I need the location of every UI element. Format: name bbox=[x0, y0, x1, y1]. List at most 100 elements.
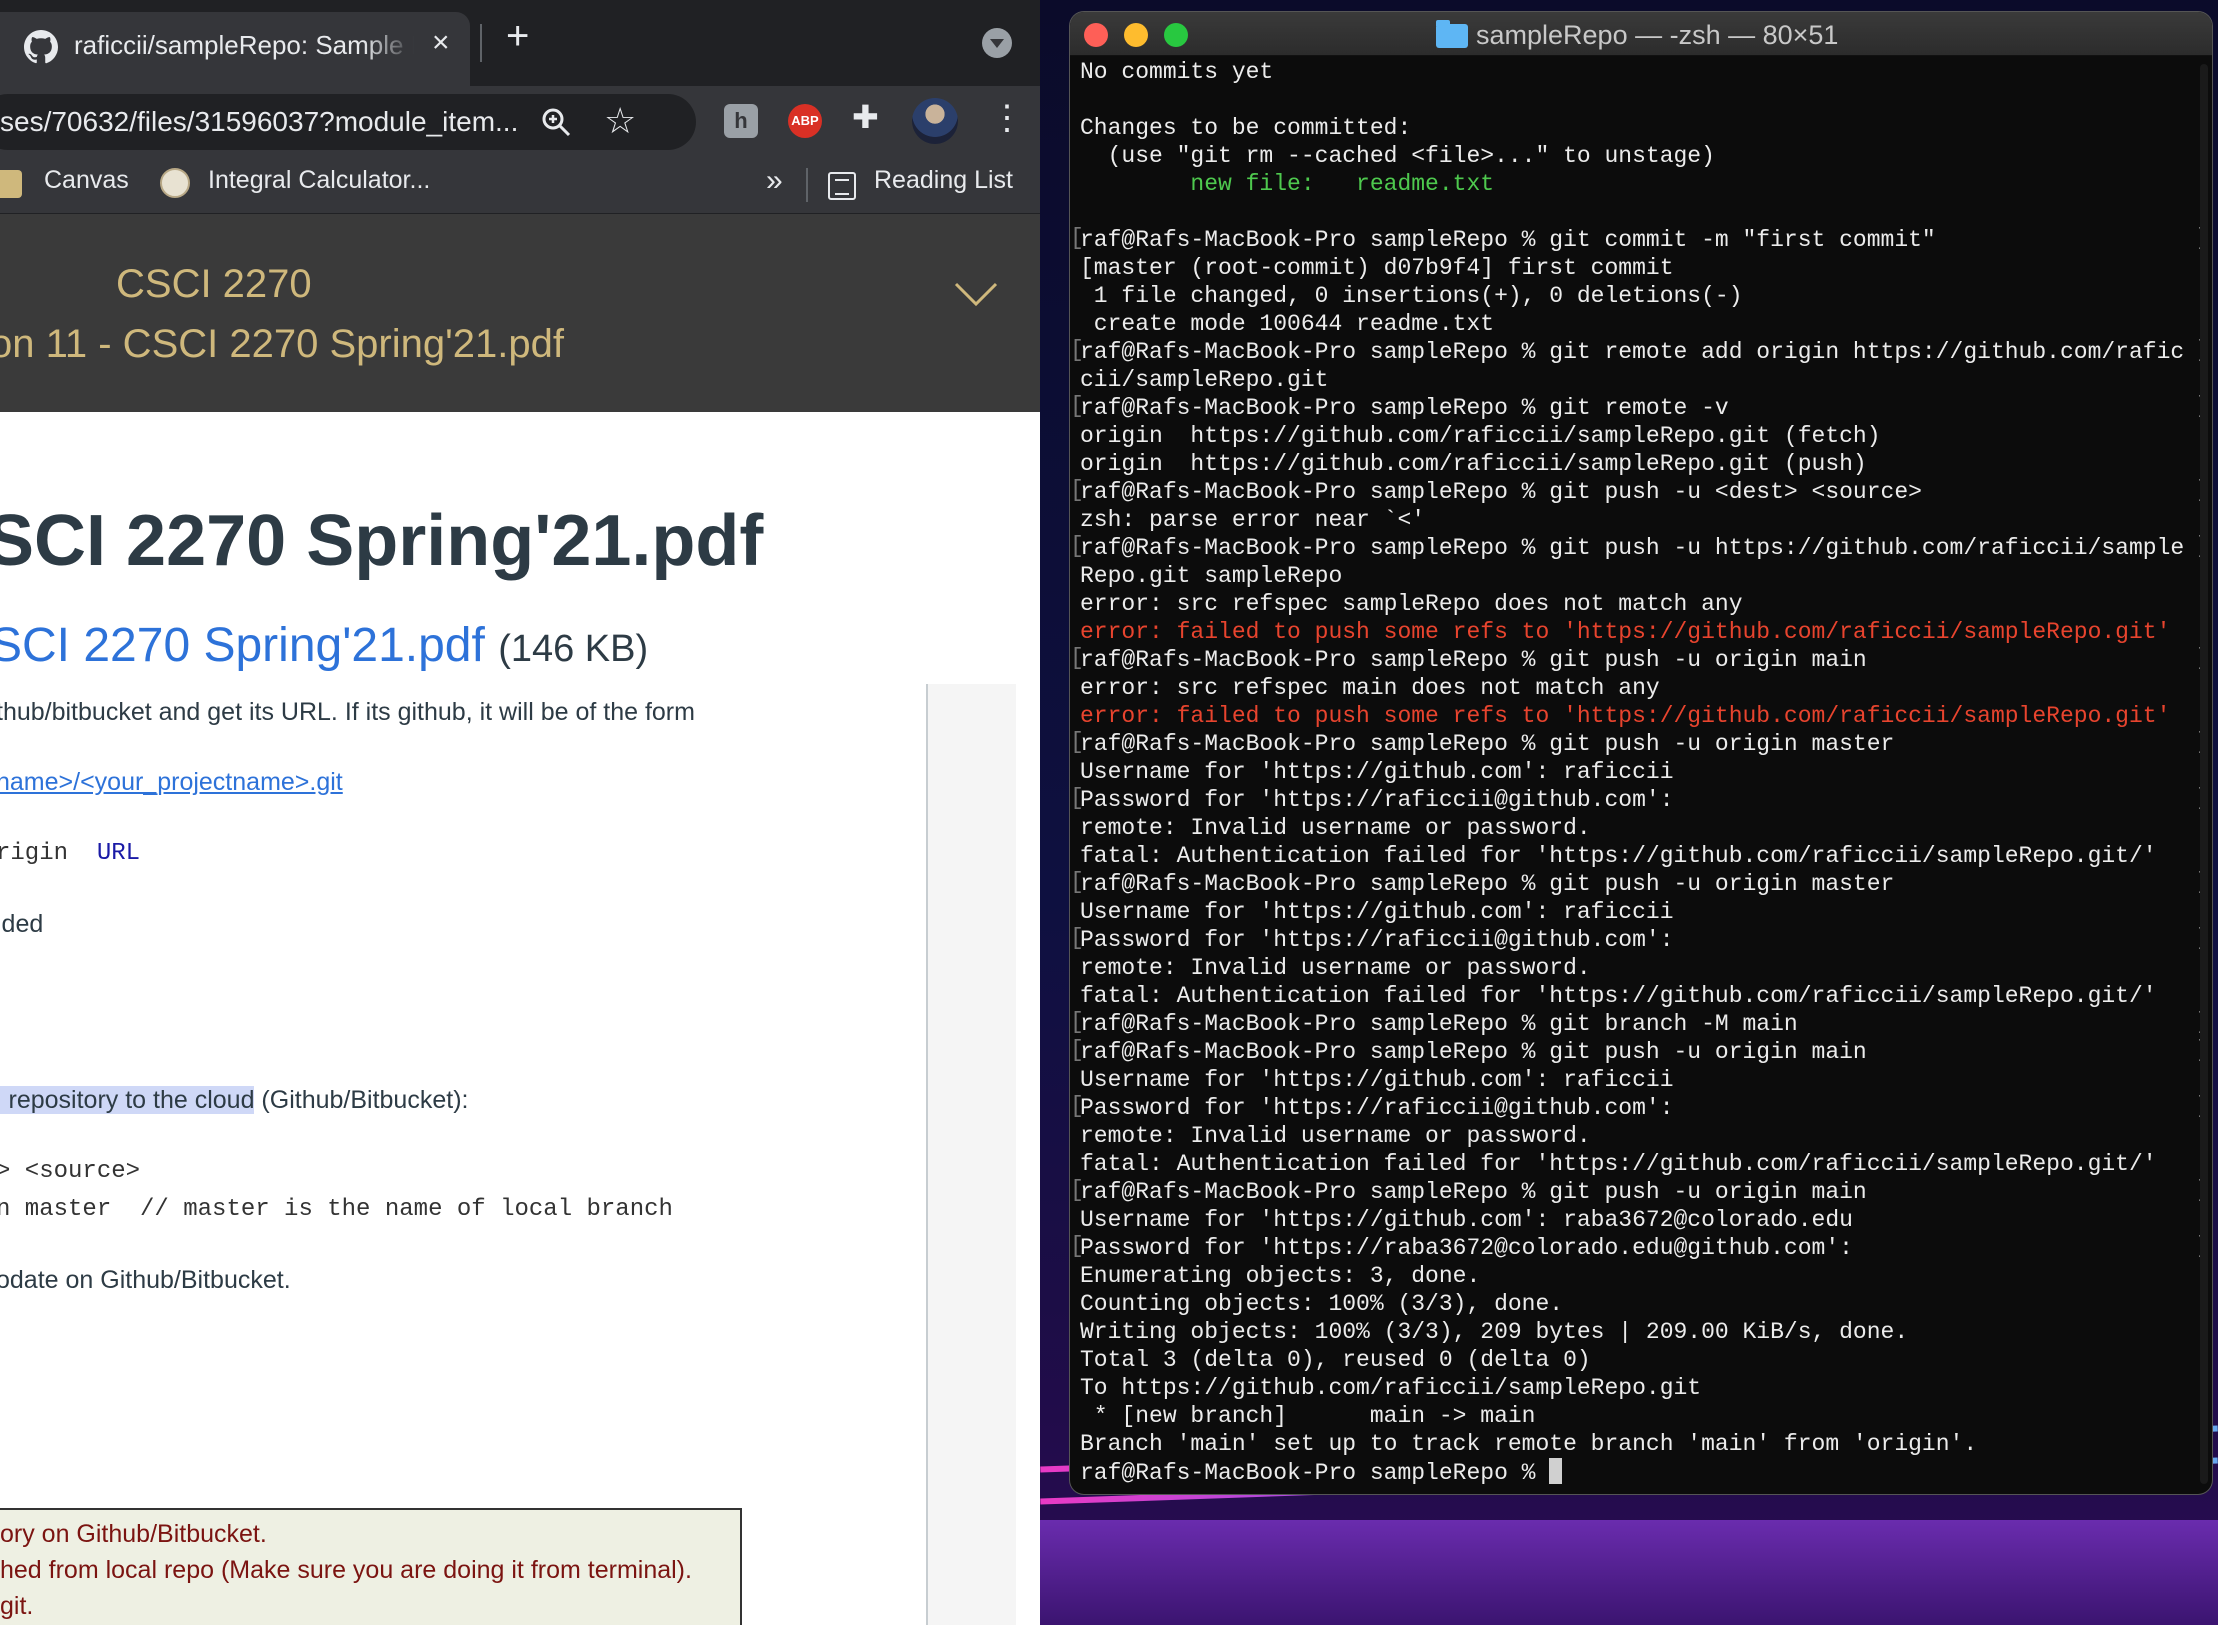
line-mark-left: [ bbox=[1070, 225, 1084, 251]
terminal-line: raf@Rafs-MacBook-Pro sampleRepo % git pu… bbox=[1080, 871, 1895, 897]
line-mark-left: [ bbox=[1070, 1177, 1084, 1203]
file-download-link[interactable]: SCI 2270 Spring'21.pdf bbox=[0, 619, 485, 672]
browser-toolbar: ses/70632/files/31596037?module_item... … bbox=[0, 86, 1040, 158]
line-mark-left: [ bbox=[1070, 1093, 1084, 1119]
terminal-line: zsh: parse error near `<' bbox=[1080, 507, 1426, 533]
terminal-line: error: src refspec sampleRepo does not m… bbox=[1080, 591, 1743, 617]
terminal-line: Password for 'https://raficcii@github.co… bbox=[1080, 787, 1674, 813]
adblock-plus-icon[interactable]: ABP bbox=[788, 104, 822, 138]
terminal-line: Password for 'https://raficcii@github.co… bbox=[1080, 927, 1674, 953]
code-push-master: n master // master is the name of local … bbox=[0, 1196, 673, 1223]
terminal-scrollbar[interactable] bbox=[2200, 64, 2208, 1484]
terminal-line: new file: readme.txt bbox=[1080, 171, 1495, 197]
bookmarks-bar: Canvas Integral Calculator... » Reading … bbox=[0, 158, 1040, 214]
bookmark-integral-calculator[interactable]: Integral Calculator... bbox=[208, 166, 430, 195]
push-section-text: l repository to the cloud (Github/Bitbuc… bbox=[0, 1086, 468, 1115]
terminal-line: raf@Rafs-MacBook-Pro sampleRepo % git pu… bbox=[1080, 535, 2185, 561]
terminal-line: raf@Rafs-MacBook-Pro sampleRepo % git co… bbox=[1080, 227, 1936, 253]
notice-line: git. bbox=[0, 1592, 34, 1620]
notice-box: ory on Github/Bitbucket. hed from local … bbox=[0, 1508, 742, 1625]
terminal-line: raf@Rafs-MacBook-Pro sampleRepo % git re… bbox=[1080, 395, 1729, 421]
line-mark-left: [ bbox=[1070, 533, 1084, 559]
code-remote-origin: rigin URL bbox=[0, 840, 141, 867]
chevron-down-icon[interactable] bbox=[954, 272, 998, 316]
minimize-window-button[interactable] bbox=[1124, 23, 1148, 47]
terminal-line: remote: Invalid username or password. bbox=[1080, 815, 1591, 841]
terminal-title: sampleRepo — -zsh — 80×51 bbox=[1476, 20, 1839, 50]
zoom-icon[interactable] bbox=[540, 106, 572, 138]
bookmark-star-icon[interactable]: ☆ bbox=[604, 100, 636, 142]
line-mark-left: [ bbox=[1070, 869, 1084, 895]
tab-close-icon[interactable]: × bbox=[432, 26, 450, 60]
reading-list-icon[interactable] bbox=[828, 172, 856, 200]
line-mark-left: [ bbox=[1070, 1009, 1084, 1035]
terminal-output[interactable]: No commits yet Changes to be committed: (… bbox=[1070, 56, 2212, 1494]
added-text: lded bbox=[0, 910, 44, 938]
terminal-window[interactable]: sampleRepo — -zsh — 80×51 No commits yet… bbox=[1070, 12, 2212, 1494]
terminal-line: [master (root-commit) d07b9f4] first com… bbox=[1080, 255, 1674, 281]
repo-url-pattern-link[interactable]: name>/<your_projectname>.git bbox=[0, 768, 343, 797]
terminal-cursor bbox=[1549, 1458, 1563, 1484]
notice-line: hed from local repo (Make sure you are d… bbox=[0, 1556, 692, 1584]
terminal-line: error: failed to push some refs to 'http… bbox=[1080, 619, 2171, 645]
line-mark-left: [ bbox=[1070, 1037, 1084, 1063]
line-mark-left: [ bbox=[1070, 785, 1084, 811]
line-mark-left: [ bbox=[1070, 1233, 1084, 1259]
terminal-line: raf@Rafs-MacBook-Pro sampleRepo % git pu… bbox=[1080, 731, 1895, 757]
terminal-line: Repo.git sampleRepo bbox=[1080, 563, 1343, 589]
terminal-line: raf@Rafs-MacBook-Pro sampleRepo % git pu… bbox=[1080, 1039, 1867, 1065]
terminal-line: raf@Rafs-MacBook-Pro sampleRepo % git re… bbox=[1080, 339, 2185, 365]
maximize-window-button[interactable] bbox=[1164, 23, 1188, 47]
tab-bar: raficcii/sampleRepo: Sample Re × + bbox=[0, 0, 1040, 86]
line-mark-left: [ bbox=[1070, 477, 1084, 503]
page-content: SCI 2270 Spring'21.pdf SCI 2270 Spring'2… bbox=[0, 412, 1040, 1625]
line-mark-left: [ bbox=[1070, 645, 1084, 671]
address-bar[interactable]: ses/70632/files/31596037?module_item... … bbox=[0, 94, 696, 150]
terminal-line: To https://github.com/raficcii/sampleRep… bbox=[1080, 1375, 1702, 1401]
tab-search-icon[interactable] bbox=[982, 28, 1012, 58]
tab-title: raficcii/sampleRepo: Sample Re bbox=[74, 30, 414, 60]
terminal-line: raf@Rafs-MacBook-Pro sampleRepo % git pu… bbox=[1080, 479, 1922, 505]
file-size: (146 KB) bbox=[498, 628, 649, 670]
terminal-line: Password for 'https://raba3672@colorado.… bbox=[1080, 1235, 1853, 1261]
folder-icon bbox=[1436, 20, 1468, 48]
terminal-line: fatal: Authentication failed for 'https:… bbox=[1080, 843, 2157, 869]
line-mark-left: [ bbox=[1070, 925, 1084, 951]
extensions-puzzle-icon[interactable]: ✚ bbox=[852, 98, 886, 135]
terminal-line: Changes to be committed: bbox=[1080, 115, 1412, 141]
terminal-line: fatal: Authentication failed for 'https:… bbox=[1080, 983, 2157, 1009]
terminal-titlebar[interactable]: sampleRepo — -zsh — 80×51 bbox=[1070, 12, 2212, 56]
terminal-line: Username for 'https://github.com': rafic… bbox=[1080, 1067, 1674, 1093]
update-text: odate on Github/Bitbucket. bbox=[0, 1266, 291, 1294]
terminal-line: 1 file changed, 0 insertions(+), 0 delet… bbox=[1080, 283, 1743, 309]
terminal-line: raf@Rafs-MacBook-Pro sampleRepo % git pu… bbox=[1080, 647, 1867, 673]
github-icon bbox=[24, 30, 58, 64]
selected-text: l repository to the cloud bbox=[0, 1086, 255, 1114]
address-url[interactable]: ses/70632/files/31596037?module_item... bbox=[0, 106, 518, 138]
tab-active[interactable]: raficcii/sampleRepo: Sample Re × bbox=[0, 12, 470, 86]
bookmarks-overflow-button[interactable]: » bbox=[766, 164, 783, 198]
close-window-button[interactable] bbox=[1084, 23, 1108, 47]
canvas-file-header: CSCI 2270 on 11 - CSCI 2270 Spring'21.pd… bbox=[0, 214, 1040, 412]
calculator-bookmark-icon bbox=[160, 168, 190, 198]
reading-list-button[interactable]: Reading List bbox=[874, 166, 1013, 195]
line-mark-left: [ bbox=[1070, 729, 1084, 755]
course-code[interactable]: CSCI 2270 bbox=[116, 262, 312, 307]
file-download-line: SCI 2270 Spring'21.pdf (146 KB) bbox=[0, 618, 648, 673]
terminal-line: origin https://github.com/raficcii/sampl… bbox=[1080, 423, 1881, 449]
bookmark-canvas[interactable]: Canvas bbox=[44, 166, 129, 195]
terminal-line: error: failed to push some refs to 'http… bbox=[1080, 703, 2171, 729]
terminal-line: Counting objects: 100% (3/3), done. bbox=[1080, 1291, 1564, 1317]
browser-window: raficcii/sampleRepo: Sample Re × + ses/7… bbox=[0, 0, 1040, 1625]
profile-avatar[interactable] bbox=[912, 98, 958, 144]
terminal-line: Password for 'https://raficcii@github.co… bbox=[1080, 1095, 1674, 1121]
extension-h-icon[interactable]: h bbox=[724, 104, 758, 138]
terminal-line: cii/sampleRepo.git bbox=[1080, 367, 1329, 393]
wallpaper-floor bbox=[1040, 1520, 2218, 1625]
header-file-title: on 11 - CSCI 2270 Spring'21.pdf bbox=[0, 322, 564, 366]
canvas-bookmark-icon bbox=[0, 170, 22, 198]
terminal-line: Branch 'main' set up to track remote bra… bbox=[1080, 1431, 1978, 1457]
new-tab-button[interactable]: + bbox=[506, 14, 529, 59]
browser-menu-icon[interactable]: ⋮ bbox=[990, 98, 1024, 138]
tab-separator bbox=[480, 24, 482, 62]
